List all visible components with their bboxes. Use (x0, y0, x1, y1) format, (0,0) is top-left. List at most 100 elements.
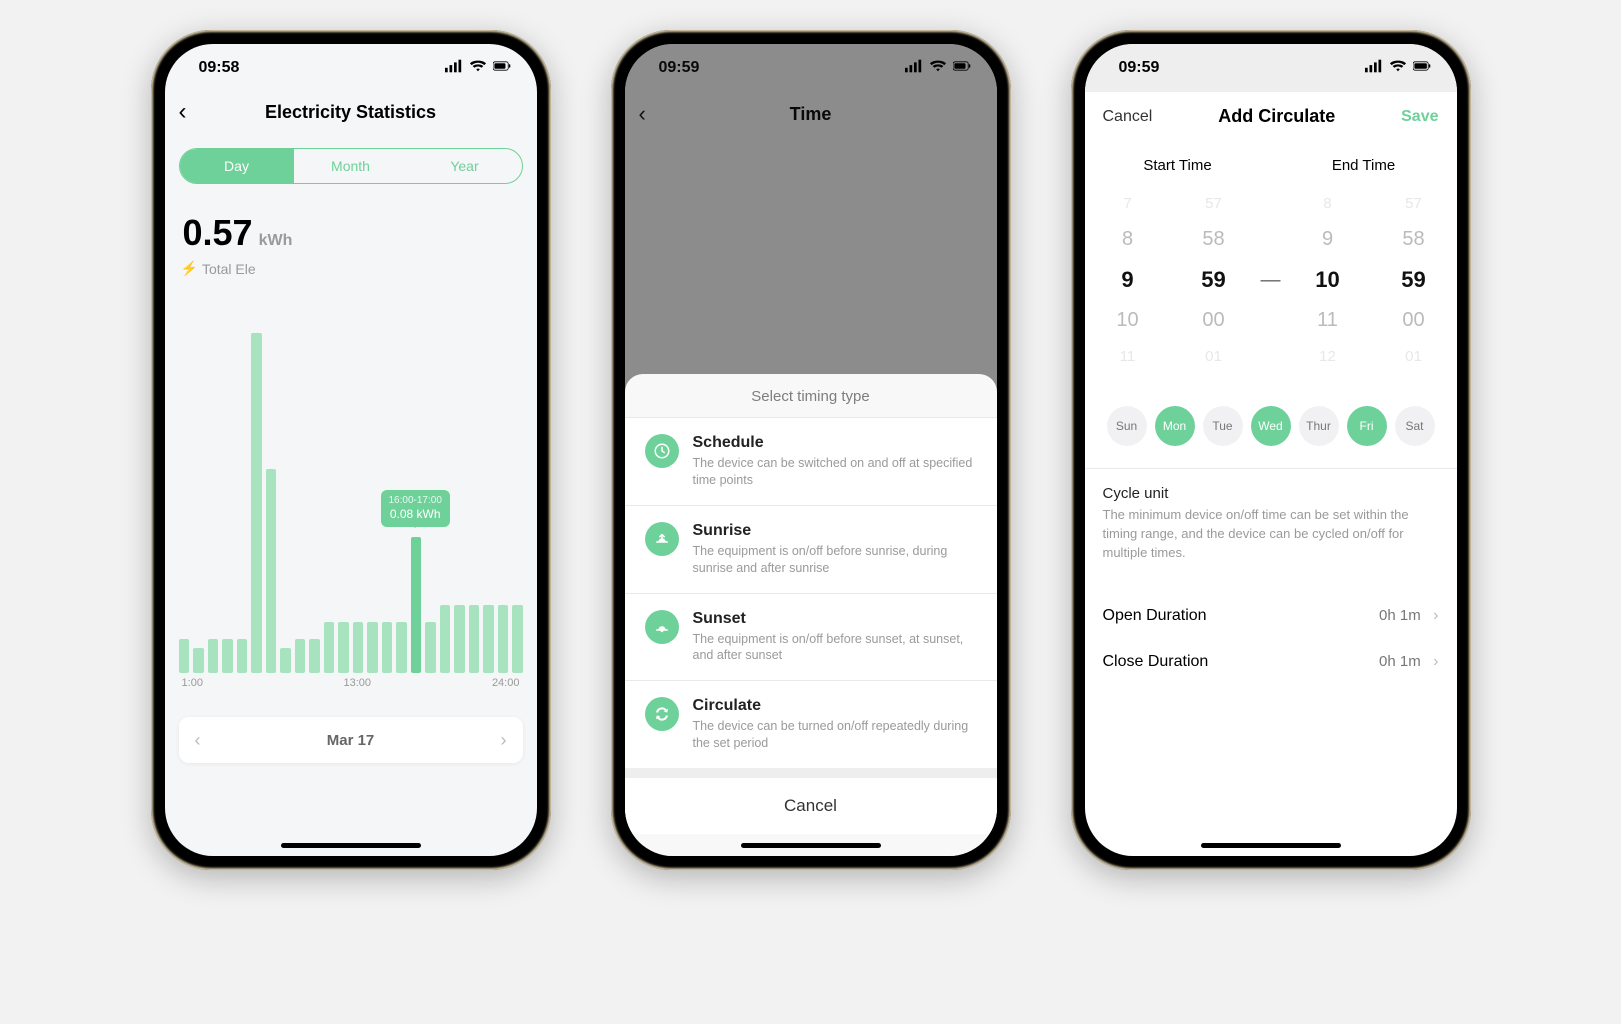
close-duration-row[interactable]: Close Duration 0h 1m › (1085, 639, 1457, 685)
cycle-unit-title: Cycle unit (1103, 485, 1439, 502)
next-date-button[interactable]: › (501, 730, 507, 751)
save-button[interactable]: Save (1401, 108, 1438, 126)
status-icons (445, 59, 511, 77)
page-title: Electricity Statistics (265, 102, 436, 123)
modal-header: Cancel Add Circulate Save (1085, 92, 1457, 137)
status-time: 09:59 (1119, 59, 1160, 77)
tab-year[interactable]: Year (408, 149, 522, 183)
bar[interactable] (454, 605, 465, 673)
wheel-value: 8 (1122, 228, 1133, 251)
bar[interactable] (353, 622, 364, 673)
open-duration-value: 0h 1m (1379, 607, 1421, 624)
bar[interactable] (512, 605, 523, 673)
close-duration-value: 0h 1m (1379, 653, 1421, 670)
bar[interactable] (425, 622, 436, 673)
total-label: ⚡ Total Ele (181, 260, 537, 277)
bolt-icon: ⚡ (181, 260, 198, 277)
tab-month[interactable]: Month (294, 149, 408, 183)
timing-option-schedule[interactable]: Schedule The device can be switched on an… (625, 417, 997, 505)
battery-icon (1413, 59, 1431, 77)
wheel-value: 58 (1402, 228, 1424, 251)
bar[interactable] (411, 537, 422, 673)
bar[interactable] (338, 622, 349, 673)
wheel-value: 59 (1201, 267, 1225, 293)
wheel-value: 10 (1116, 309, 1138, 332)
wheel-value: 57 (1405, 195, 1422, 212)
home-indicator[interactable] (741, 843, 881, 848)
day-fri[interactable]: Fri (1347, 406, 1387, 446)
cycle-unit-desc: The minimum device on/off time can be se… (1103, 506, 1439, 563)
close-duration-label: Close Duration (1103, 653, 1209, 671)
bar[interactable] (193, 648, 204, 674)
bar[interactable] (208, 639, 219, 673)
bar[interactable] (295, 639, 306, 673)
day-sun[interactable]: Sun (1107, 406, 1147, 446)
bar[interactable] (179, 639, 190, 673)
bar[interactable] (266, 469, 277, 673)
wheel-value: 9 (1322, 228, 1333, 251)
bar[interactable] (469, 605, 480, 673)
day-thur[interactable]: Thur (1299, 406, 1339, 446)
bar[interactable] (309, 639, 320, 673)
selected-date[interactable]: Mar 17 (327, 732, 375, 749)
modal-title: Add Circulate (1218, 106, 1335, 127)
wheel-value: 8 (1323, 195, 1331, 212)
time-separator: — (1257, 269, 1285, 292)
timing-option-circulate[interactable]: CirculateThe device can be turned on/off… (625, 680, 997, 768)
wheel-value: 9 (1121, 267, 1133, 293)
bar[interactable] (367, 622, 378, 673)
action-sheet: Select timing type ScheduleThe device ca… (625, 374, 997, 856)
bar[interactable] (396, 622, 407, 673)
end-minute-wheel[interactable]: 5758590001 (1371, 195, 1457, 365)
option-desc: The device can be switched on and off at… (693, 455, 977, 489)
bar[interactable] (280, 648, 291, 674)
bar[interactable] (440, 605, 451, 673)
wheel-value: 7 (1123, 195, 1131, 212)
signal-icon (445, 59, 463, 77)
phone-frame-2: 09:59 ‹ Time Select timing type Schedule… (611, 30, 1011, 870)
sheet-cancel-button[interactable]: Cancel (625, 778, 997, 834)
back-button[interactable]: ‹ (179, 98, 187, 126)
bar[interactable] (324, 622, 335, 673)
chart-bars (175, 333, 527, 673)
navbar: ‹ Electricity Statistics (165, 92, 537, 132)
energy-chart[interactable]: 16:00-17:00 0.08 kWh 1:00 13:00 24:00 (175, 295, 527, 695)
home-indicator[interactable] (281, 843, 421, 848)
wheel-value: 58 (1202, 228, 1224, 251)
option-title: Sunrise (693, 522, 977, 540)
timing-option-sunrise[interactable]: SunriseThe equipment is on/off before su… (625, 505, 997, 593)
sunrise-icon (645, 522, 679, 556)
wheel-value: 57 (1205, 195, 1222, 212)
day-tue[interactable]: Tue (1203, 406, 1243, 446)
prev-date-button[interactable]: ‹ (195, 730, 201, 751)
consumption-unit: kWh (259, 232, 293, 250)
circulate-icon (645, 697, 679, 731)
wheel-value: 01 (1405, 348, 1422, 365)
chevron-right-icon: › (1433, 607, 1438, 624)
timing-option-sunset[interactable]: SunsetThe equipment is on/off before sun… (625, 593, 997, 681)
tab-day[interactable]: Day (180, 149, 294, 183)
bar[interactable] (483, 605, 494, 673)
day-wed[interactable]: Wed (1251, 406, 1291, 446)
open-duration-label: Open Duration (1103, 607, 1207, 625)
start-hour-wheel[interactable]: 7891011 (1085, 195, 1171, 365)
cancel-button[interactable]: Cancel (1103, 108, 1153, 126)
chart-x-axis: 1:00 13:00 24:00 (175, 677, 527, 695)
clock-icon (645, 434, 679, 468)
option-title: Schedule (693, 434, 977, 452)
bar[interactable] (382, 622, 393, 673)
chevron-right-icon: › (1433, 653, 1438, 670)
day-mon[interactable]: Mon (1155, 406, 1195, 446)
end-hour-wheel[interactable]: 89101112 (1285, 195, 1371, 365)
start-minute-wheel[interactable]: 5758590001 (1171, 195, 1257, 365)
bar[interactable] (251, 333, 262, 673)
bar[interactable] (222, 639, 233, 673)
time-labels: Start Time End Time (1085, 157, 1457, 174)
bar[interactable] (498, 605, 509, 673)
open-duration-row[interactable]: Open Duration 0h 1m › (1085, 593, 1457, 639)
wheel-value: 01 (1205, 348, 1222, 365)
phone-frame-1: 09:58 ‹ Electricity Statistics Day Month… (151, 30, 551, 870)
bar[interactable] (237, 639, 248, 673)
day-sat[interactable]: Sat (1395, 406, 1435, 446)
home-indicator[interactable] (1201, 843, 1341, 848)
